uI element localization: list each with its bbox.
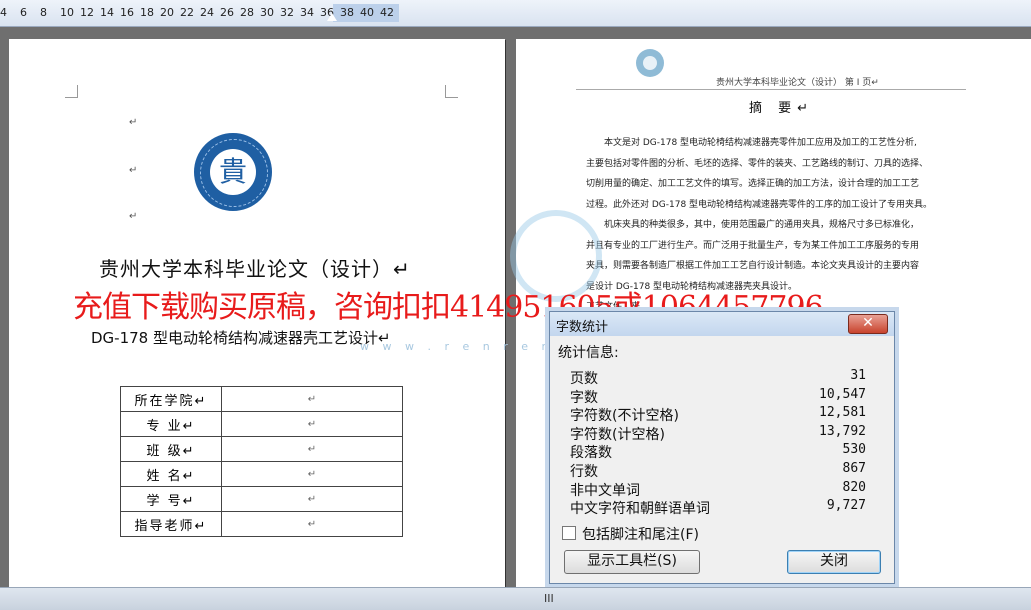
- dialog-body: 统计信息: 页数 31 字数 10,547 字符数(不计空格) 12,581 字符数(…: [558, 342, 886, 542]
- text-line: 并且有专业的工厂进行生产。而广泛用于批量生产，专为某工件加工工序服务的专用: [586, 240, 920, 251]
- checkbox-icon[interactable]: [562, 526, 576, 540]
- crop-mark: [65, 85, 78, 98]
- text-line: 机床夹具的种类很多，其中，使用范围最广的通用夹具，规格尺寸多已标准化，: [586, 220, 920, 230]
- student-info-table: 所在学院↵ ↵ 专 业↵ ↵ 班 级↵ ↵ 姓 名↵ ↵ 学 号↵ ↵ 指导老师↵ ↵: [120, 386, 403, 537]
- text-line: 切削用量的确定、加工工艺文件的填写。选择正确的加工方法，设计合理的加工工艺: [586, 179, 920, 189]
- stats-heading: 统计信息:: [558, 345, 619, 361]
- text-line: 主要包括对零件图的分析、毛坯的选择、零件的装夹、工艺路线的制订、刀具的选择、: [586, 158, 929, 169]
- paragraph-mark: ↵: [129, 165, 138, 176]
- stat-row: 段落数 530: [570, 442, 866, 462]
- show-toolbar-button[interactable]: 显示工具栏(S): [564, 550, 700, 574]
- table-row: 学 号↵ ↵: [120, 486, 403, 512]
- stat-row: 行数 867: [570, 460, 866, 480]
- university-logo: 貴: [194, 133, 272, 211]
- table-row: 姓 名↵ ↵: [120, 461, 403, 487]
- stat-row: 字符数(计空格) 13,792: [570, 423, 866, 443]
- dialog-title: 字数统计: [556, 320, 609, 335]
- word-count-dialog[interactable]: 字数统计 ✕ 统计信息: 页数 31 字数 10,547 字符数(不计空格) 12,5…: [549, 311, 895, 584]
- dialog-titlebar[interactable]: 字数统计 ✕: [550, 312, 894, 336]
- stat-row: 非中文单词 820: [570, 479, 866, 499]
- table-row: 所在学院↵ ↵: [120, 386, 403, 412]
- crop-mark: [445, 85, 458, 98]
- close-icon[interactable]: ✕: [848, 314, 888, 334]
- cover-title: 贵州大学本科毕业论文（设计）↵: [99, 257, 411, 281]
- ruler-numbers: 4 6 8 10 12 14 16 18 20 22 24 26 28 30 32 34 36 38 40 42: [0, 6, 394, 19]
- paragraph-mark: ↵: [129, 211, 138, 222]
- header-logo: [636, 49, 664, 77]
- indent-marker-icon[interactable]: [327, 13, 337, 21]
- close-button[interactable]: 关闭: [787, 550, 881, 574]
- stat-row: 中文字符和朝鲜语单词 9,727: [570, 498, 866, 518]
- status-bar: III: [0, 587, 1031, 610]
- cover-subtitle: DG-178 型电动轮椅结构减速器壳工艺设计↵: [91, 329, 391, 347]
- resize-grip-icon[interactable]: III: [544, 592, 554, 605]
- stat-row: 页数 31: [570, 368, 866, 387]
- abstract-title: 摘 要↵: [749, 101, 815, 116]
- text-line: 夹具，则需要各制造厂根据工件加工工艺自行设计制造。本论文夹具设计的主要内容: [586, 261, 920, 271]
- include-footnotes-checkbox[interactable]: 包括脚注和尾注(F): [562, 524, 699, 544]
- horizontal-ruler[interactable]: 4 6 8 10 12 14 16 18 20 22 24 26 28 30 32 34 36 38 40 42: [0, 0, 1031, 27]
- table-row: 指导老师↵ ↵: [120, 511, 403, 537]
- table-row: 专 业↵ ↵: [120, 411, 403, 437]
- table-row: 班 级↵ ↵: [120, 436, 403, 462]
- stat-row: 字数 10,547: [570, 386, 866, 406]
- text-line: 本文是对 DG-178 型电动轮椅结构减速器壳零件加工应用及加工的工艺性分析,: [586, 138, 917, 148]
- text-line: 过程。此外还对 DG-178 型电动轮椅结构减速器壳零件的工序的加工设计了专用夹…: [586, 199, 933, 210]
- stat-row: 字符数(不计空格) 12,581: [570, 405, 866, 425]
- page-header: 贵州大学本科毕业论文（设计） 第 I 页↵: [716, 78, 879, 88]
- header-rule: [576, 89, 966, 90]
- paragraph-mark: ↵: [129, 117, 138, 128]
